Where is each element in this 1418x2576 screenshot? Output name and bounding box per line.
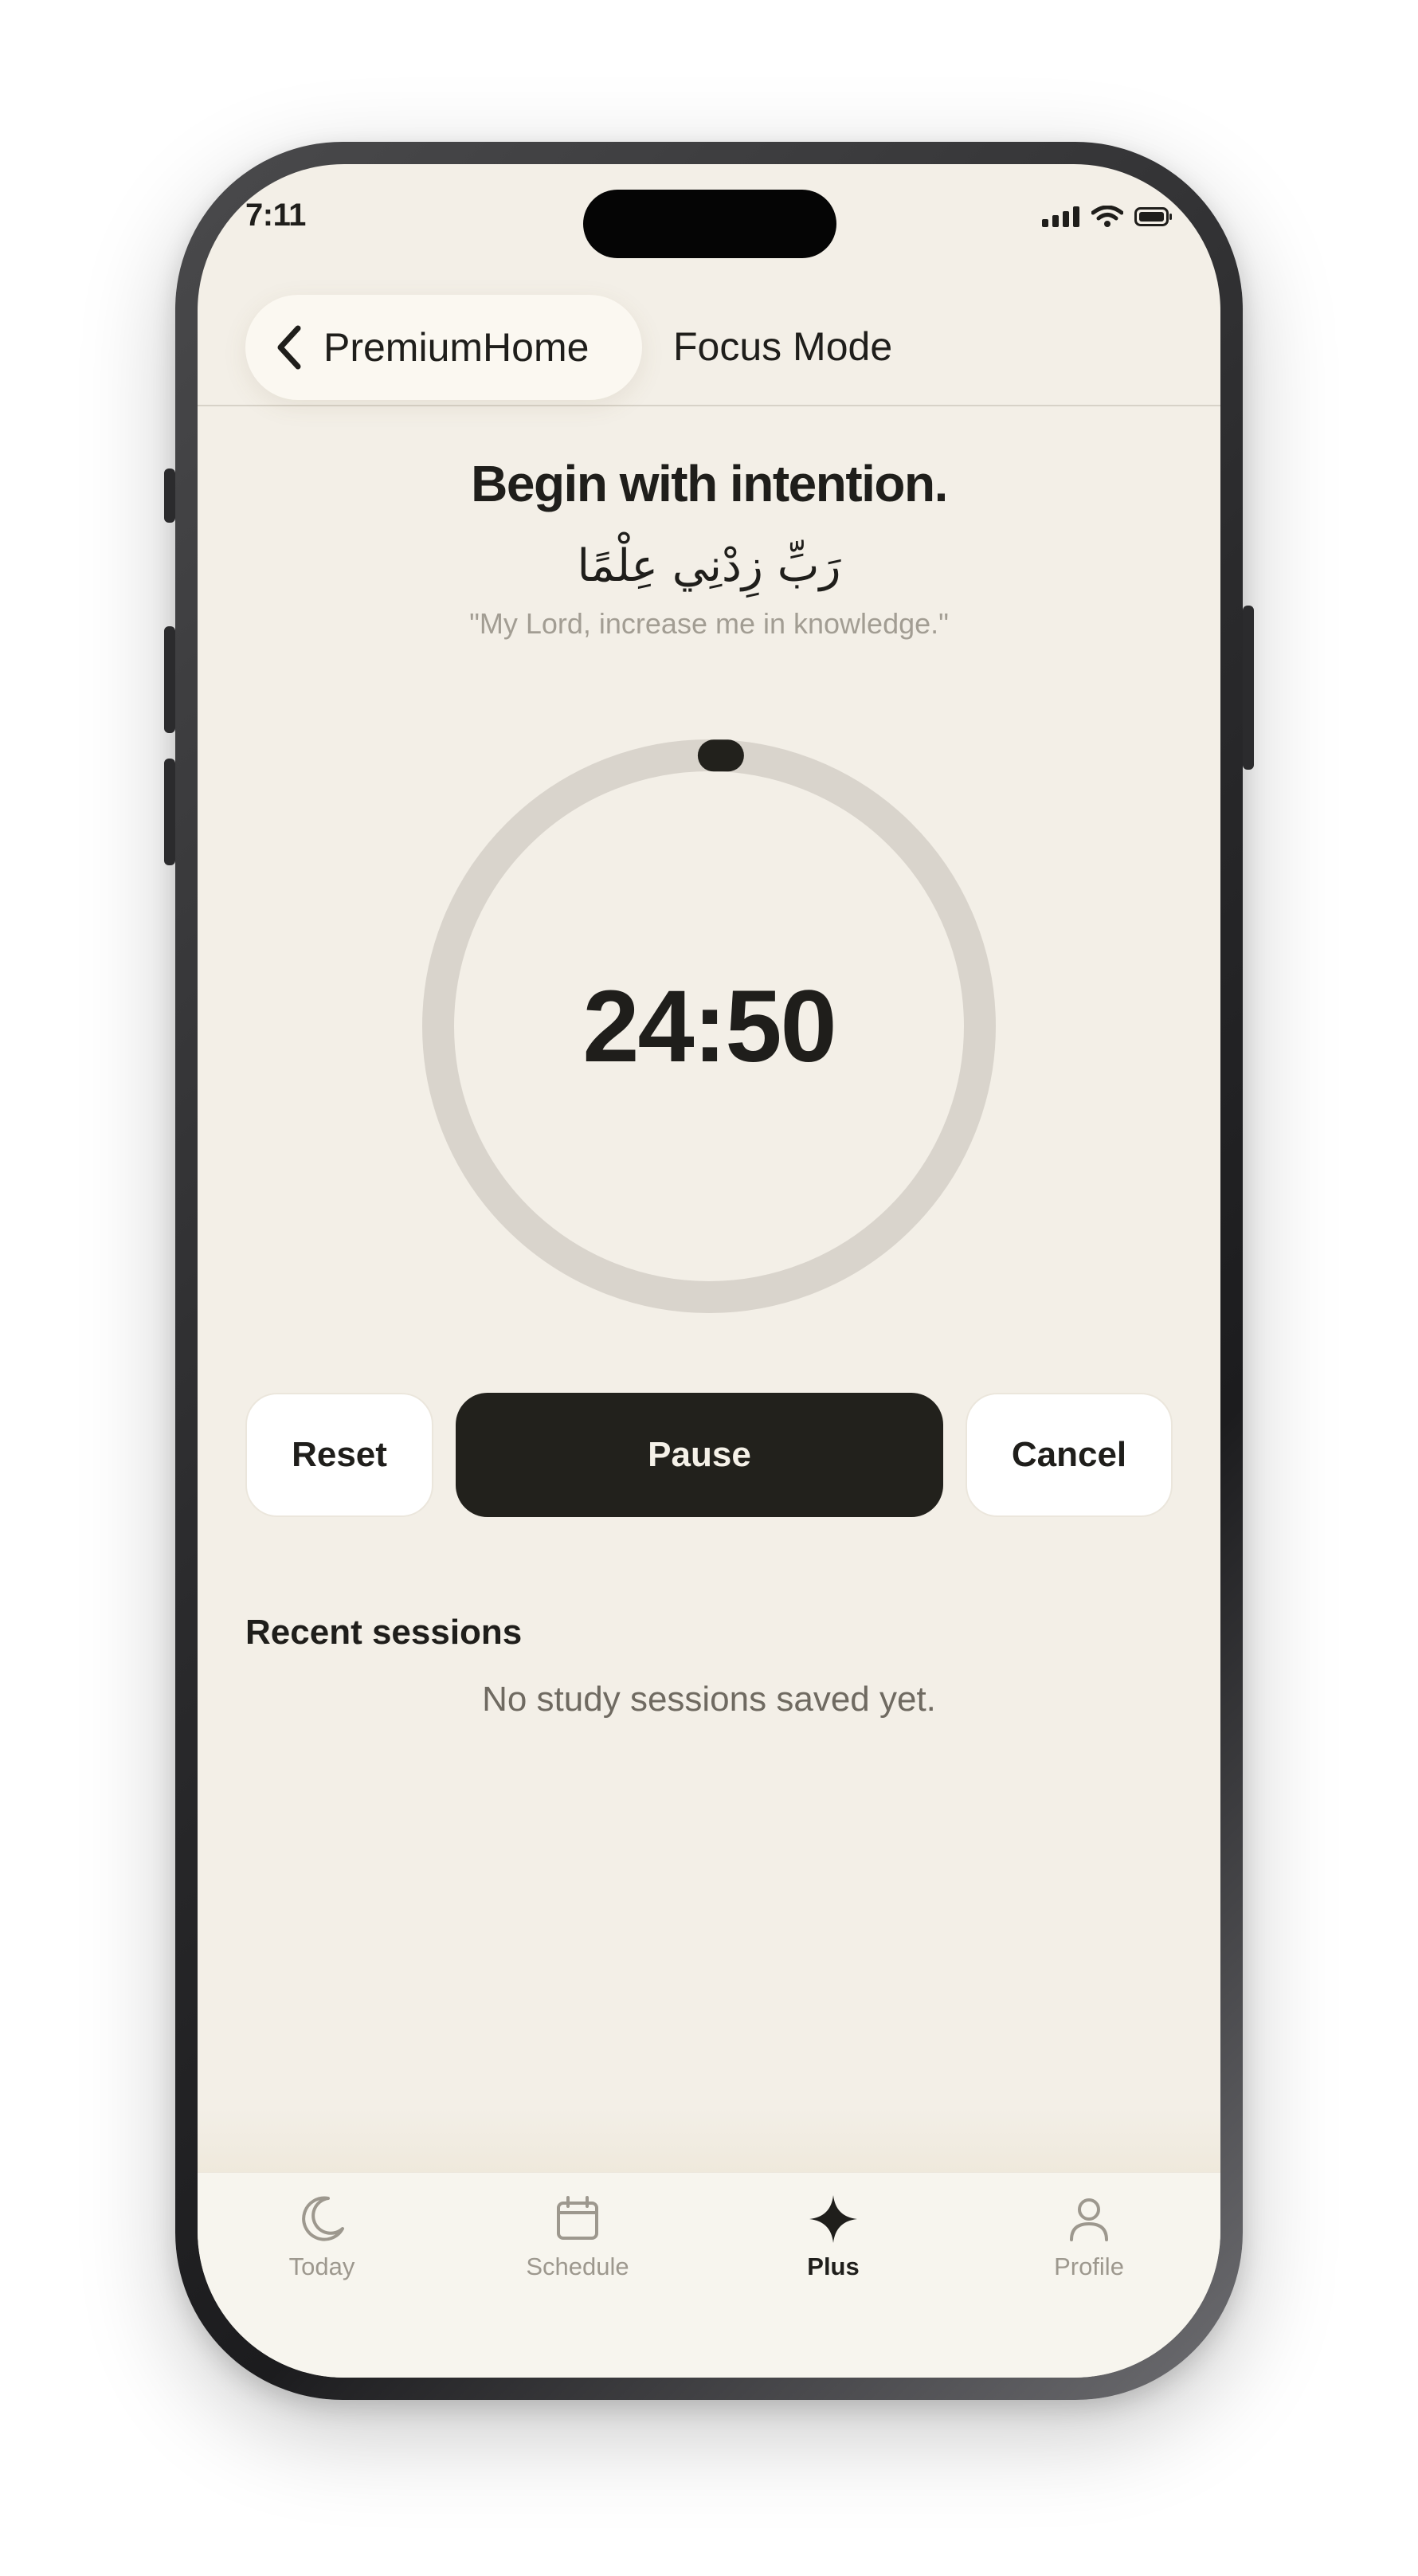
tab-today[interactable]: Today: [226, 2194, 417, 2281]
tab-schedule[interactable]: Schedule: [482, 2194, 673, 2281]
recent-sessions-title: Recent sessions: [245, 1613, 523, 1652]
calendar-icon: [557, 2196, 598, 2240]
volume-up-button: [164, 626, 175, 733]
action-button: [164, 469, 175, 523]
tab-label: Profile: [1054, 2253, 1124, 2280]
reset-button[interactable]: Reset: [245, 1393, 433, 1517]
tab-label: Schedule: [526, 2253, 629, 2280]
sparkle-icon: [809, 2195, 857, 2243]
cancel-button[interactable]: Cancel: [966, 1393, 1173, 1517]
screen: 7:11 PremiumHome Focus Mode Begin with i…: [198, 164, 1220, 2378]
content-fade: [198, 2108, 1220, 2172]
intention-heading: Begin with intention.: [471, 455, 948, 512]
tab-bar: Today Schedule Plus Profile: [198, 2172, 1220, 2378]
power-button: [1243, 606, 1254, 770]
chevron-left-icon: [277, 325, 301, 370]
timer-remaining: 24:50: [582, 969, 836, 1084]
cellular-signal-icon: [1042, 206, 1079, 227]
tab-plus[interactable]: Plus: [738, 2194, 929, 2281]
volume-down-button: [164, 759, 175, 865]
wifi-icon: [1091, 206, 1123, 227]
phone-frame: 7:11 PremiumHome Focus Mode Begin with i…: [164, 142, 1254, 2400]
page-title: Focus Mode: [673, 324, 893, 369]
tab-label: Plus: [807, 2253, 860, 2280]
tab-profile[interactable]: Profile: [993, 2194, 1185, 2281]
status-time: 7:11: [245, 198, 306, 233]
person-icon: [1070, 2198, 1108, 2241]
back-button-label: PremiumHome: [323, 325, 590, 370]
moon-icon: [302, 2196, 344, 2241]
arabic-verse: رَبِّ زِدْنِي عِلْمًا: [577, 540, 841, 592]
pause-button[interactable]: Pause: [456, 1393, 943, 1517]
nav-header: PremiumHome Focus Mode: [198, 276, 1220, 406]
dynamic-island: [583, 190, 836, 258]
status-icons: [1042, 206, 1173, 228]
back-button[interactable]: PremiumHome: [245, 295, 642, 400]
timer-ring: 24:50: [421, 738, 997, 1315]
recent-sessions-empty: No study sessions saved yet.: [482, 1680, 936, 1719]
tab-label: Today: [288, 2253, 355, 2280]
verse-translation: "My Lord, increase me in knowledge.": [469, 607, 949, 640]
battery-icon: [1134, 207, 1172, 226]
